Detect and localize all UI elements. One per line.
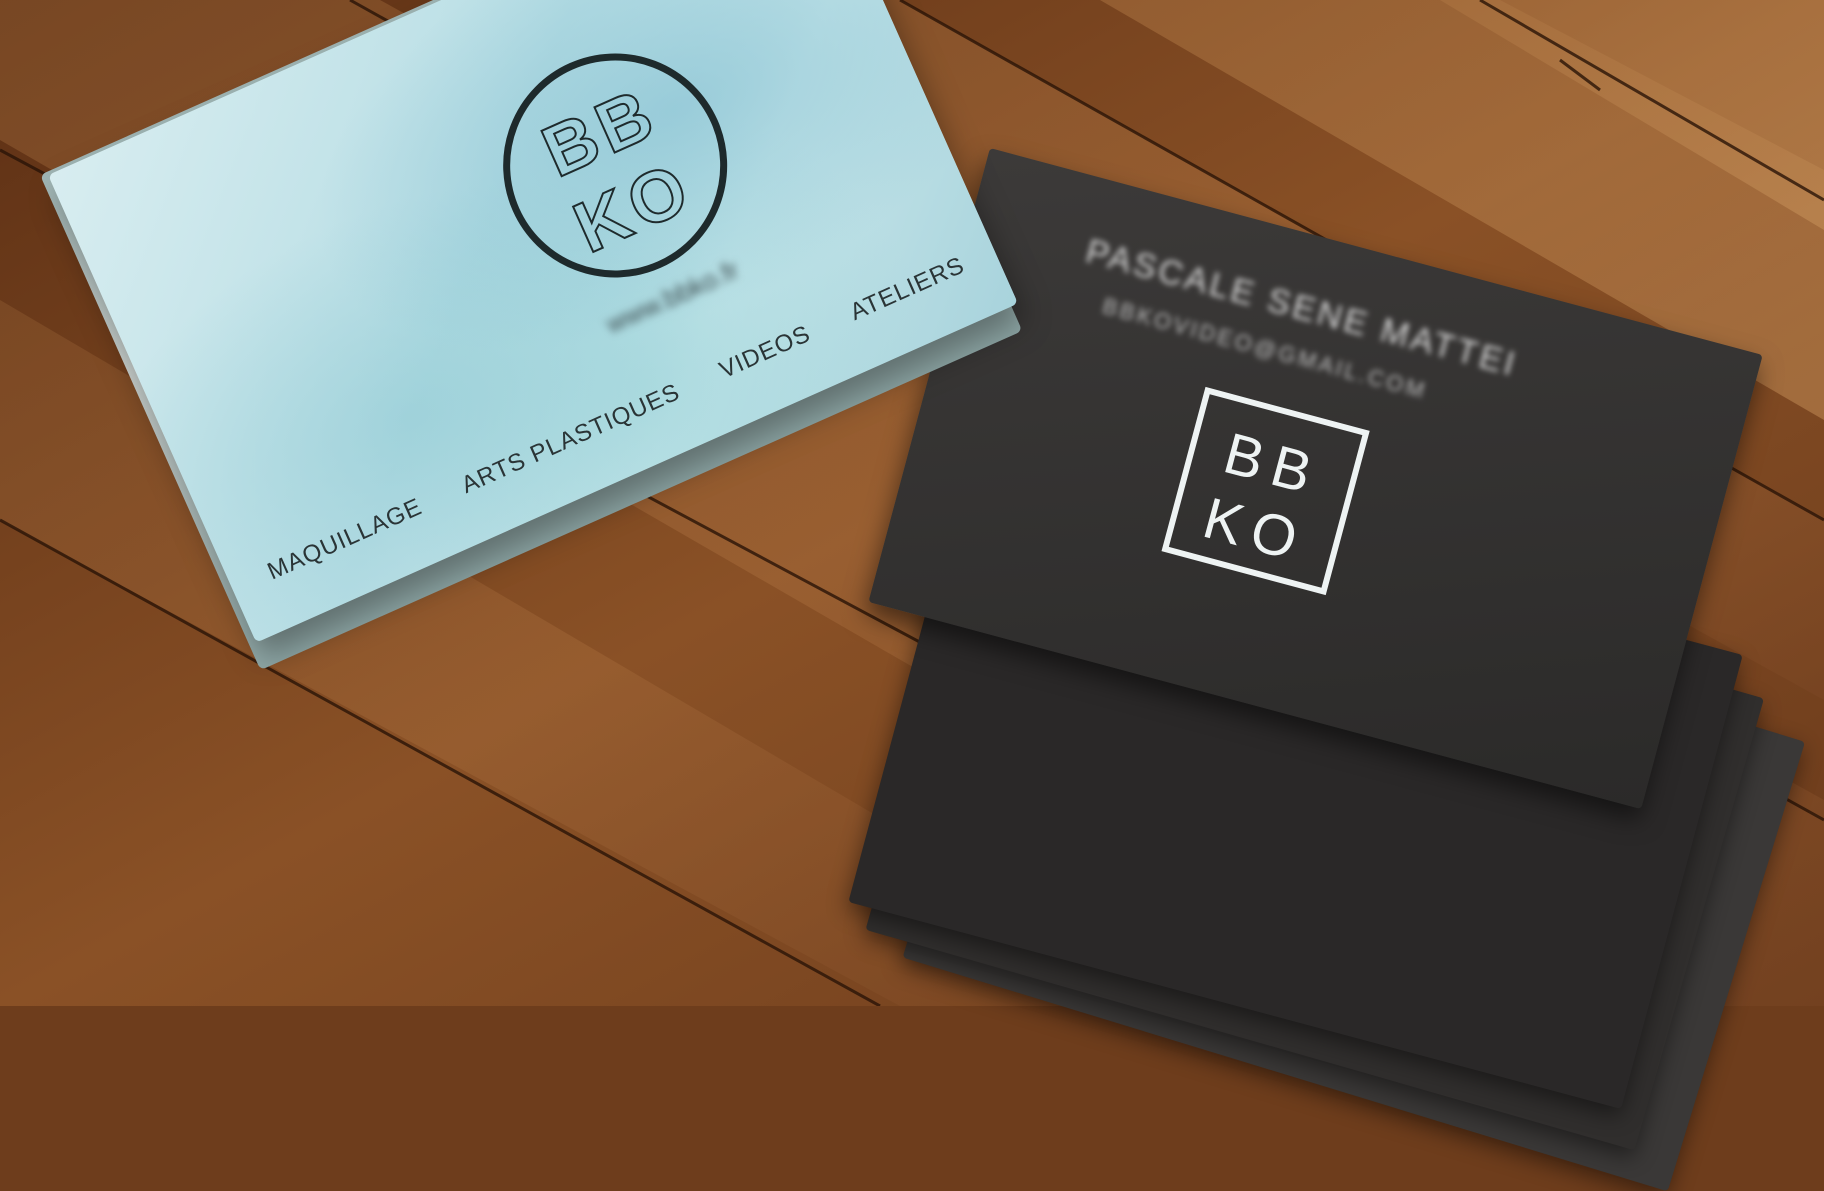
service-item: MAQUILLAGE bbox=[263, 493, 427, 586]
bbko-square-logo: BB KO bbox=[1161, 386, 1370, 596]
service-item: ATELIERS bbox=[846, 251, 969, 326]
service-item: VIDEOS bbox=[715, 320, 815, 385]
photo-scene: PASCALE SENE MATTEI BBKOVIDEO@GMAIL.COM … bbox=[0, 0, 1824, 1191]
